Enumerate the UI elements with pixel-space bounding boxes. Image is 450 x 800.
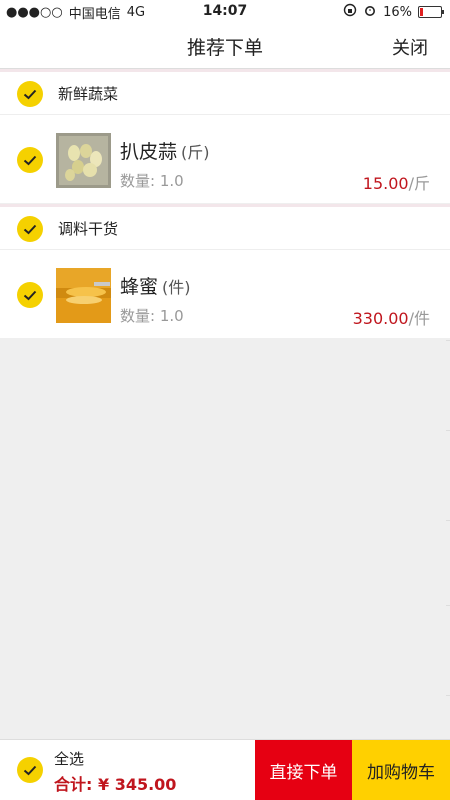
item-name-text: 扒皮蒜 xyxy=(120,141,178,163)
checkmark-icon xyxy=(23,765,37,775)
item-unit: (斤) xyxy=(181,143,210,162)
close-button[interactable]: 关闭 xyxy=(392,34,428,60)
item-price: 15.00/斤 xyxy=(363,170,430,194)
quantity-label: 数量: xyxy=(120,307,156,325)
group-header-fresh-vegetables[interactable]: 新鲜蔬菜 xyxy=(0,69,450,114)
product-thumbnail-honey xyxy=(56,268,111,323)
checkmark-icon xyxy=(23,155,37,165)
item-checkbox[interactable] xyxy=(17,282,43,308)
select-all-checkbox[interactable] xyxy=(17,757,43,783)
total-value: ¥ 345.00 xyxy=(97,775,177,794)
group-checkbox[interactable] xyxy=(17,216,43,242)
quantity-value: 1.0 xyxy=(159,172,184,190)
status-right: 16% xyxy=(343,3,444,21)
price-unit: /斤 xyxy=(408,174,430,193)
alarm-icon xyxy=(363,3,377,21)
bottom-bar: 全选 合计: ¥ 345.00 直接下单 加购物车 xyxy=(0,739,450,800)
item-name-text: 蜂蜜 xyxy=(120,276,159,298)
page-title: 推荐下单 xyxy=(186,37,263,59)
checkmark-icon xyxy=(23,89,37,99)
quantity-value: 1.0 xyxy=(159,307,184,325)
item-name: 蜂蜜 (件) xyxy=(120,272,191,299)
item-price: 330.00/件 xyxy=(353,305,430,329)
list-item[interactable]: 蜂蜜 (件) 数量: 1.0 330.00/件 xyxy=(0,249,450,338)
battery-level xyxy=(420,8,423,16)
battery-icon xyxy=(418,6,444,18)
list-item[interactable]: 扒皮蒜 (斤) 数量: 1.0 15.00/斤 xyxy=(0,114,450,203)
group-header-seasonings[interactable]: 调料干货 xyxy=(0,204,450,249)
direct-order-button[interactable]: 直接下单 xyxy=(255,740,352,800)
price-value: 15.00 xyxy=(362,174,409,193)
quantity-label: 数量: xyxy=(120,172,156,190)
total-label: 合计: xyxy=(54,775,93,794)
price-unit: /件 xyxy=(408,309,430,328)
scroll-indicator xyxy=(446,340,450,740)
status-bar: ●●●○○ 中国电信 4G 14:07 16% xyxy=(0,0,450,22)
nav-bar: 推荐下单 关闭 xyxy=(0,22,450,69)
select-all-label: 全选 xyxy=(54,750,85,768)
item-quantity: 数量: 1.0 xyxy=(120,305,184,326)
item-name: 扒皮蒜 (斤) xyxy=(120,137,210,164)
add-to-cart-button[interactable]: 加购物车 xyxy=(352,740,450,800)
item-checkbox[interactable] xyxy=(17,147,43,173)
group-name: 新鲜蔬菜 xyxy=(58,85,119,103)
battery-percent: 16% xyxy=(383,4,412,20)
product-thumbnail-garlic xyxy=(56,133,111,188)
orientation-lock-icon xyxy=(343,3,357,21)
group-checkbox[interactable] xyxy=(17,81,43,107)
item-unit: (件) xyxy=(162,278,191,297)
item-quantity: 数量: 1.0 xyxy=(120,170,184,191)
checkmark-icon xyxy=(23,224,37,234)
checkmark-icon xyxy=(23,290,37,300)
group-name: 调料干货 xyxy=(58,220,119,238)
order-total: 合计: ¥ 345.00 xyxy=(54,771,176,795)
price-value: 330.00 xyxy=(352,309,409,328)
